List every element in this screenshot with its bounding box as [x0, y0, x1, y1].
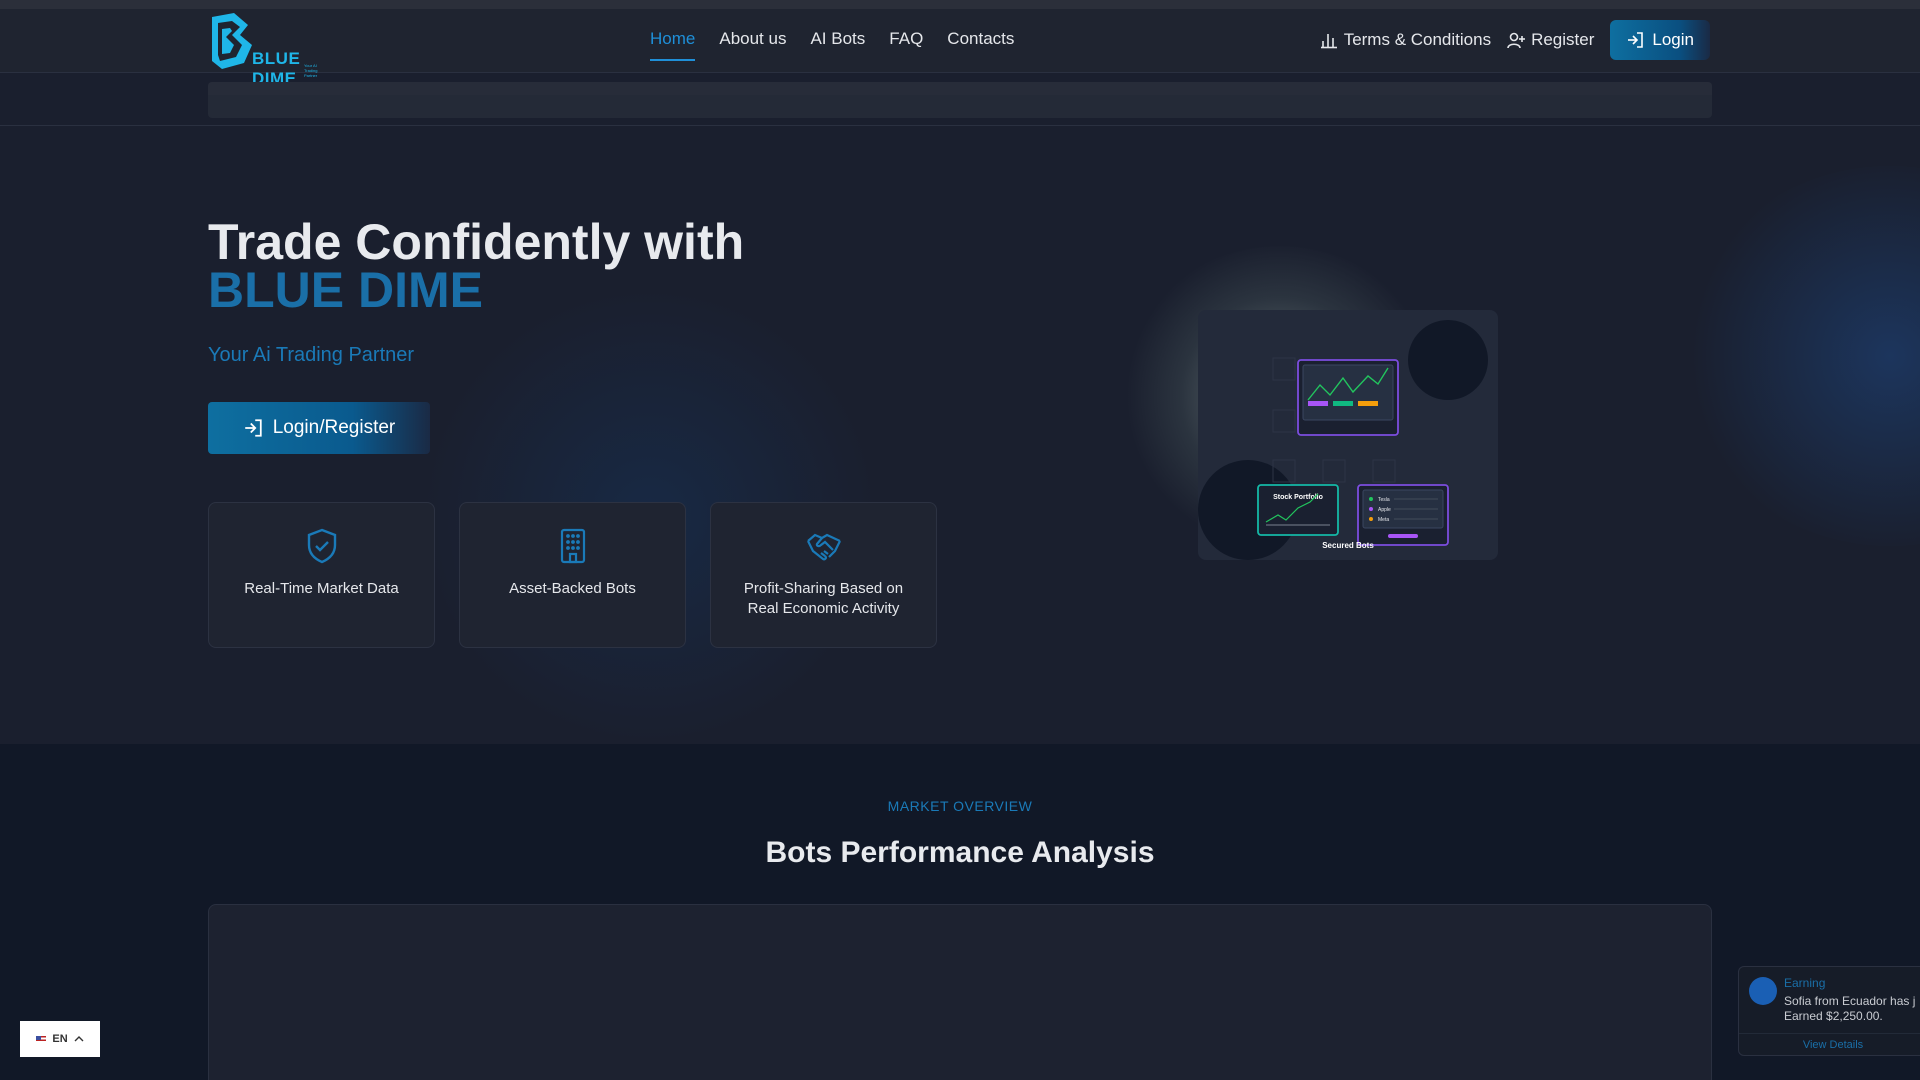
hero-subtitle: Your Ai Trading Partner [208, 344, 415, 366]
avatar [1749, 977, 1777, 1005]
language-selector[interactable]: EN [20, 1021, 100, 1057]
hero-illustration: Stock Portfolio Tesla Apple Meta Secured… [1198, 310, 1498, 560]
hero-title: Trade Confidently with [208, 214, 745, 270]
login-icon [244, 419, 262, 437]
performance-chart-panel [208, 904, 1712, 1080]
feature-card: Real-Time Market Data [208, 502, 435, 648]
feature-card: Profit-Sharing Based on Real Economic Ac… [710, 502, 937, 648]
nav-ai-bots[interactable]: AI Bots [810, 29, 865, 61]
sub-bar-section [0, 73, 1920, 126]
login-register-button[interactable]: Login/Register [208, 402, 430, 454]
feature-label: Real-Time Market Data [244, 580, 399, 597]
portfolio-label: Stock Portfolio [1273, 494, 1323, 501]
us-flag-icon [36, 1035, 47, 1043]
nav-links: Home About us AI Bots FAQ Contacts [650, 29, 1014, 61]
register-link[interactable]: Register [1507, 30, 1594, 50]
feature-card: Asset-Backed Bots [459, 502, 686, 648]
top-strip [0, 0, 1920, 9]
notification-line: Earned $2,250.00. [1784, 1009, 1883, 1023]
register-label: Register [1531, 30, 1595, 49]
bots-illustration: Stock Portfolio Tesla Apple Meta Secured… [1198, 320, 1488, 560]
cta-label: Login/Register [272, 417, 396, 438]
language-code: EN [52, 1033, 68, 1045]
feature-label: Asset-Backed Bots [509, 580, 636, 597]
user-plus-icon [1507, 32, 1526, 49]
notification-line: Sofia from Ecuador has j [1784, 994, 1916, 1008]
nav-about-us[interactable]: About us [719, 29, 786, 61]
logo-icon [212, 13, 252, 69]
legend-item: Apple [1378, 507, 1391, 513]
nav-faq[interactable]: FAQ [889, 29, 923, 61]
nav-right: Terms & Conditions Register Login [1320, 20, 1710, 60]
hero-section: Trade Confidently with BLUE DIME Your Ai… [0, 126, 1920, 744]
bar-chart-icon [1320, 34, 1337, 49]
nav-contacts[interactable]: Contacts [947, 29, 1014, 61]
legend-item: Tesla [1378, 497, 1390, 503]
logo[interactable]: BLUE DIME Your AI Trading Partner [208, 11, 330, 88]
ticker-bar [208, 82, 1712, 118]
market-overview-section: MARKET OVERVIEW Bots Performance Analysi… [0, 744, 1920, 1080]
terms-label: Terms & Conditions [1343, 30, 1492, 49]
building-icon [560, 528, 585, 564]
legend-item: Meta [1378, 517, 1389, 523]
nav-home[interactable]: Home [650, 29, 696, 61]
terms-link[interactable]: Terms & Conditions [1320, 30, 1491, 50]
navbar: BLUE DIME Your AI Trading Partner Home A… [0, 9, 1920, 88]
earning-notification: Earning Sofia from Ecuador has j Earned … [1738, 966, 1920, 1056]
view-details-link[interactable]: View Details [1739, 1033, 1920, 1057]
feature-label: Profit-Sharing Based on Real Economic Ac… [743, 580, 904, 617]
chevron-up-icon [74, 1036, 84, 1042]
hero-brand: BLUE DIME [208, 262, 483, 318]
feature-cards: Real-Time Market Data Asset-Backed Bots … [208, 502, 937, 648]
login-button[interactable]: Login [1610, 20, 1710, 60]
notification-title: Earning [1784, 976, 1826, 990]
login-icon [1628, 32, 1644, 48]
notification-message: Sofia from Ecuador has j Earned $2,250.0… [1784, 994, 1915, 1024]
section-title: Bots Performance Analysis [765, 836, 1155, 869]
section-tag: MARKET OVERVIEW [887, 798, 1033, 814]
login-label: Login [1652, 30, 1694, 49]
background-glow [1680, 166, 1920, 546]
illustration-caption: Secured Bots [1322, 541, 1374, 550]
shield-check-icon [307, 528, 336, 564]
handshake-icon [806, 533, 841, 561]
